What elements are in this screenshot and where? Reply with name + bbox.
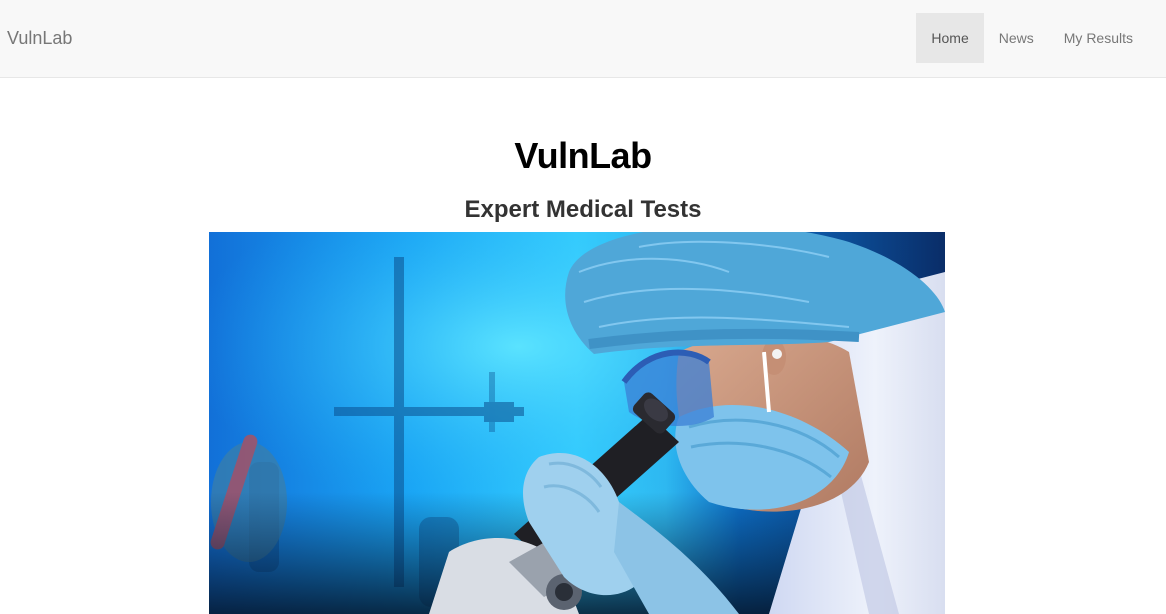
brand-link[interactable]: VulnLab: [7, 27, 72, 49]
page-subtitle: Expert Medical Tests: [464, 196, 702, 223]
nav-item-news[interactable]: News: [984, 13, 1049, 63]
lab-microscope-image: [209, 232, 945, 614]
nav-item-home[interactable]: Home: [916, 13, 984, 63]
nav-item-my-results[interactable]: My Results: [1049, 13, 1148, 63]
nav-menu: Home News My Results: [916, 13, 1148, 63]
top-navbar: VulnLab Home News My Results: [0, 0, 1166, 78]
page-title: VulnLab: [514, 135, 652, 176]
